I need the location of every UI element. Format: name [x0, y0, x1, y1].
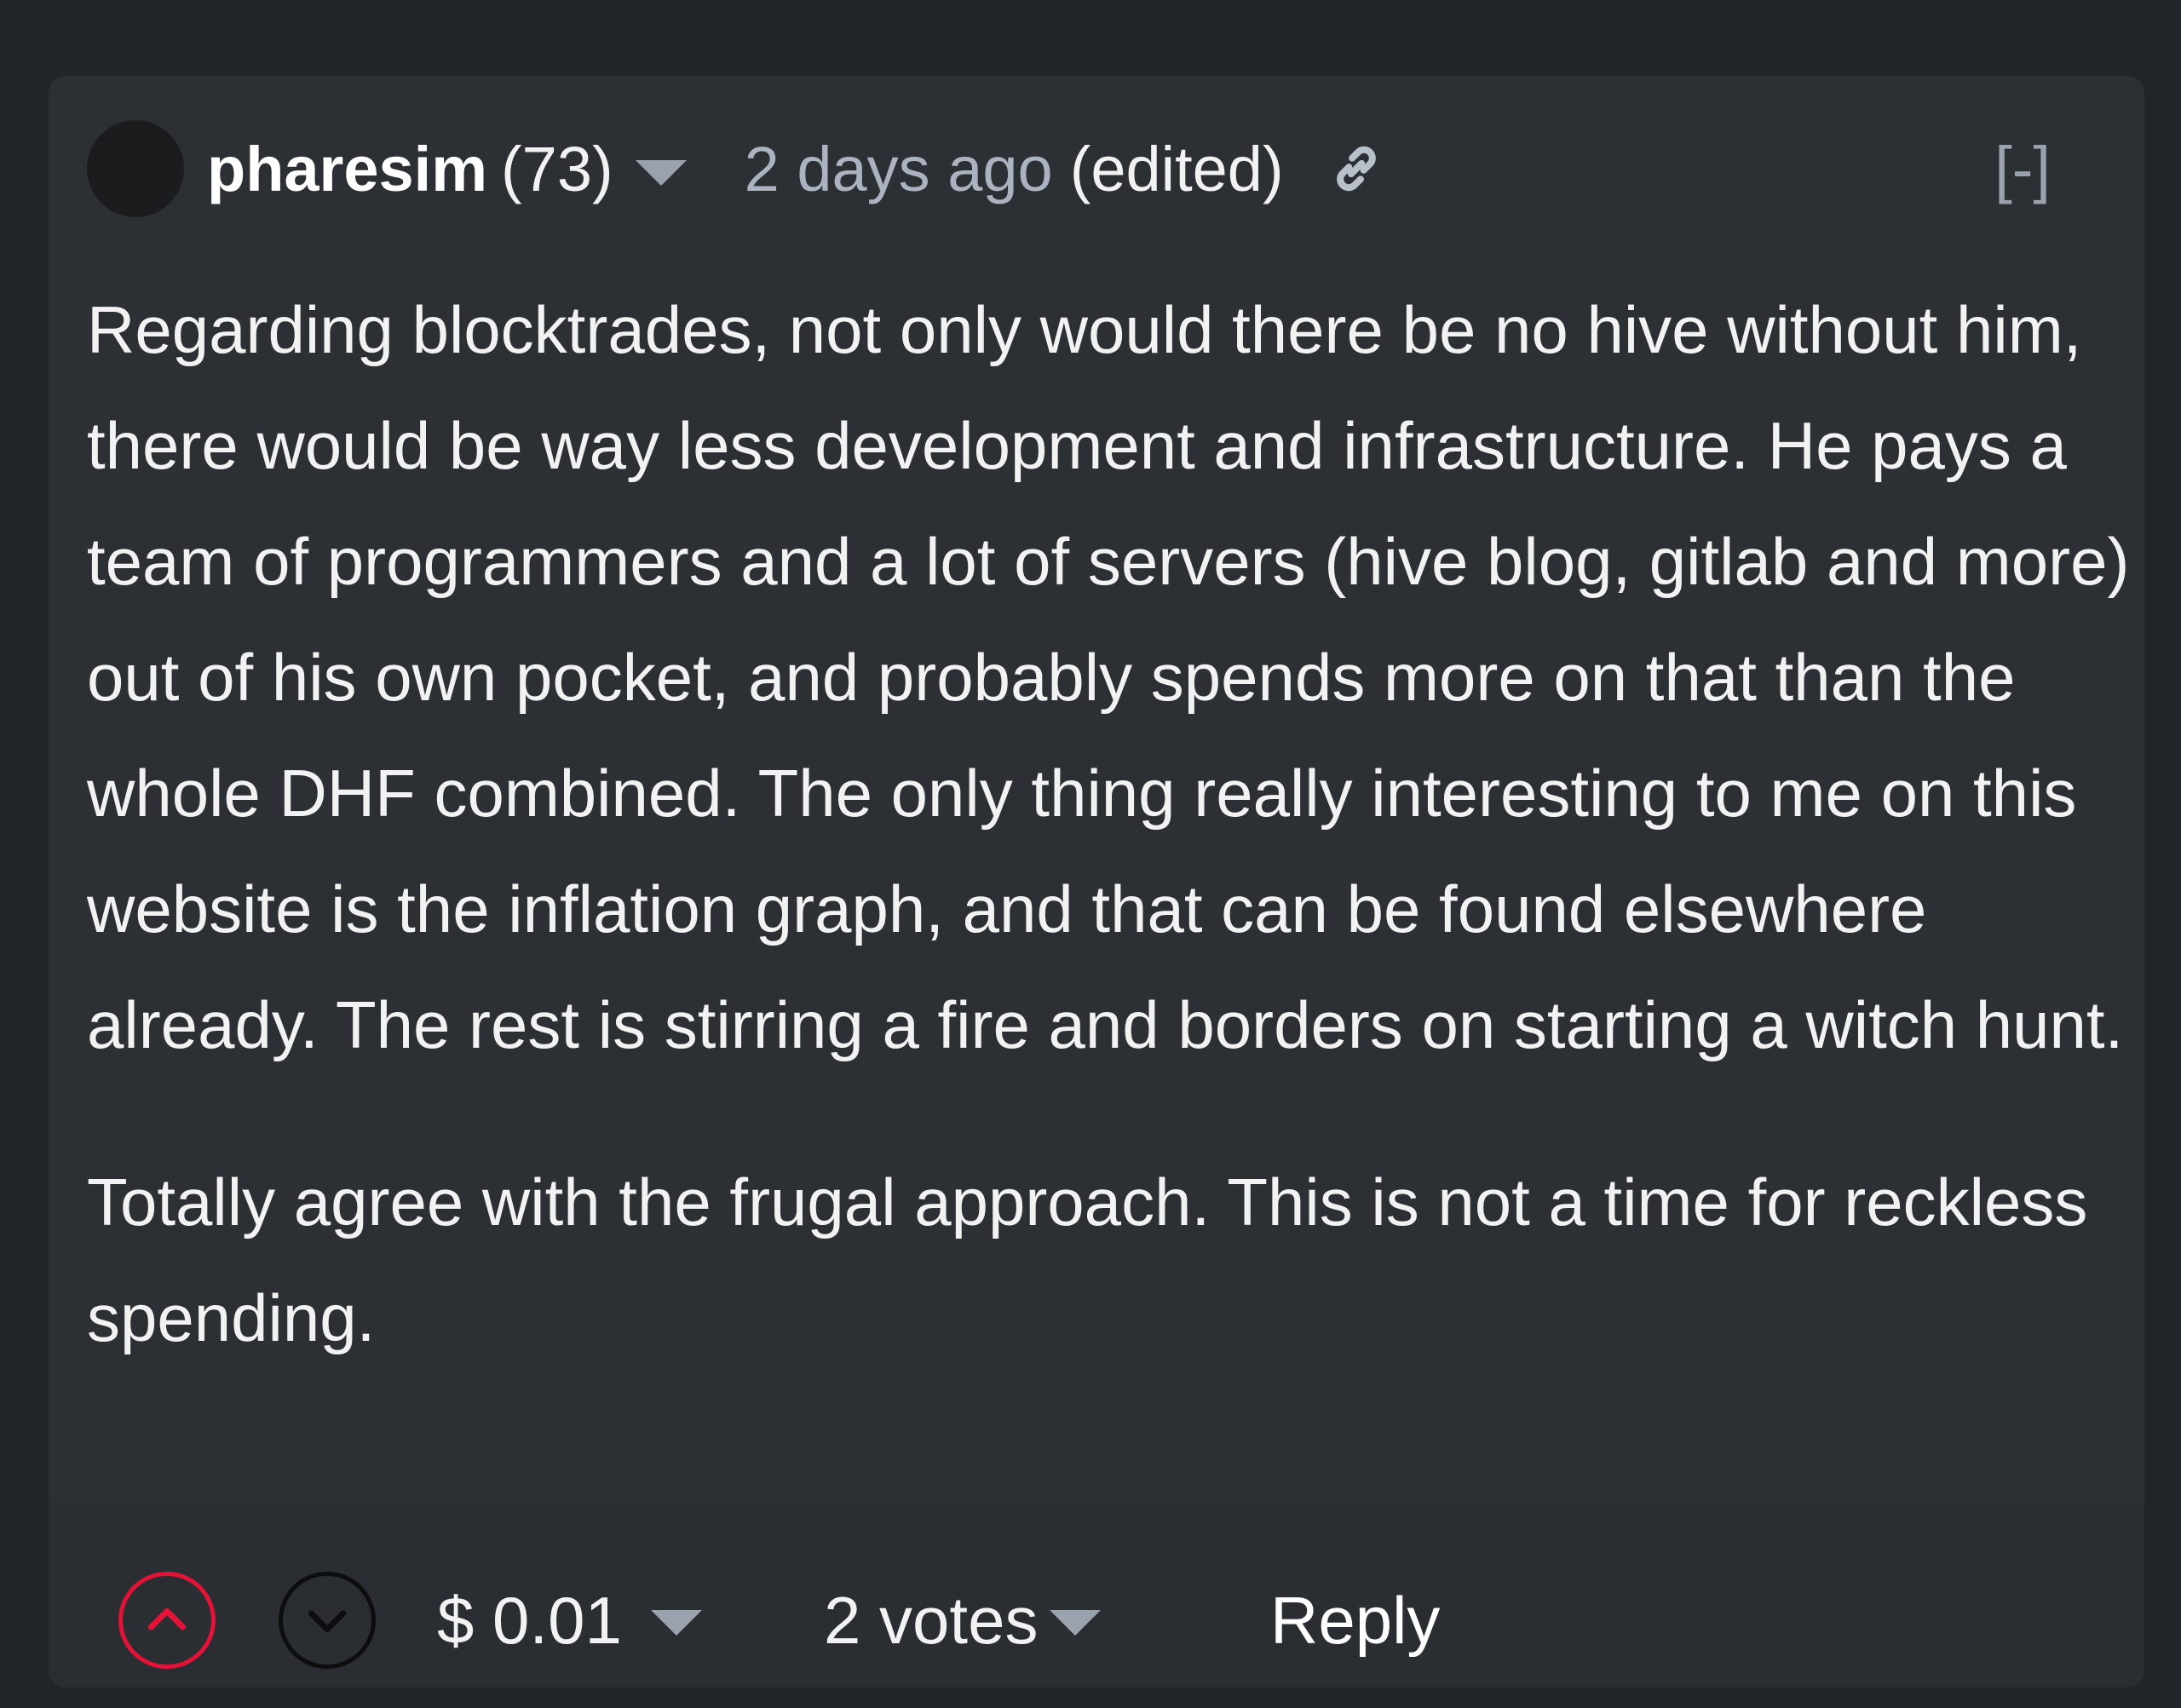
downvote-button[interactable]	[279, 1572, 376, 1669]
avatar[interactable]	[87, 120, 184, 217]
upvote-icon	[147, 1607, 187, 1630]
payout-dropdown[interactable]: $ 0.01	[437, 1572, 702, 1669]
downvote-icon	[308, 1610, 347, 1633]
upvote-button[interactable]	[118, 1572, 216, 1669]
comment-card: pharesim (73) 2 days ago (edited) [-] Re…	[49, 76, 2144, 1688]
comment-body: Regarding blocktrades, not only would th…	[87, 272, 2132, 1376]
link-icon[interactable]	[1325, 137, 1388, 200]
author-name[interactable]: pharesim	[207, 133, 487, 205]
chevron-down-icon	[650, 1610, 702, 1636]
chevron-down-icon	[1050, 1610, 1102, 1636]
reputation-score: (73)	[501, 133, 613, 204]
comment-footer: $ 0.01 2 votes Reply	[49, 1500, 2144, 1688]
payout-value: $ 0.01	[437, 1582, 622, 1658]
timestamp[interactable]: 2 days ago	[745, 133, 1053, 205]
edited-label: (edited)	[1069, 133, 1284, 204]
vote-count: 2 votes	[824, 1582, 1039, 1658]
comment-paragraph: Totally agree with the frugal approach. …	[87, 1165, 2088, 1355]
comment-header: pharesim (73) 2 days ago (edited) [-]	[49, 76, 2144, 251]
chevron-down-icon[interactable]	[635, 160, 687, 186]
votes-dropdown[interactable]: 2 votes	[824, 1572, 1102, 1669]
author-line: pharesim (73) 2 days ago (edited)	[207, 120, 1388, 217]
collapse-toggle[interactable]: [-]	[1994, 120, 2051, 217]
reply-button[interactable]: Reply	[1270, 1572, 1440, 1669]
comment-paragraph: Regarding blocktrades, not only would th…	[87, 292, 2130, 1062]
